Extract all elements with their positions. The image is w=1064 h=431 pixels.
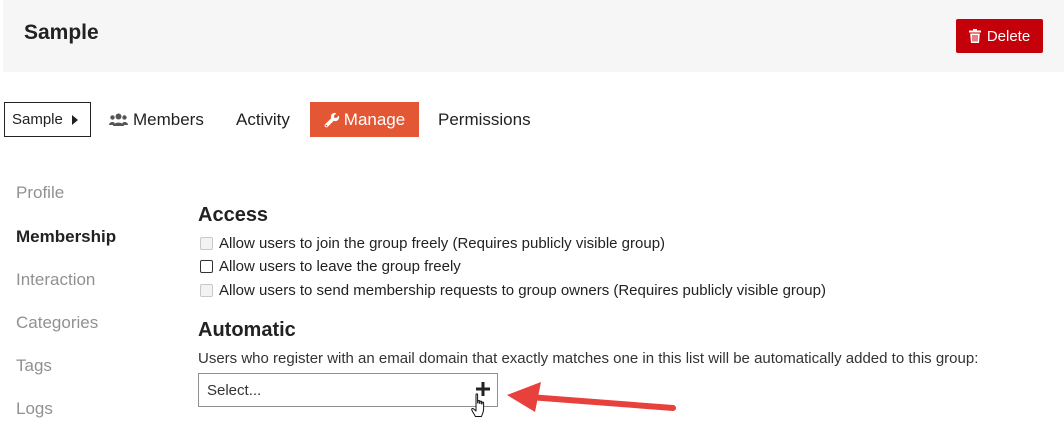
tab-permissions-label: Permissions (438, 109, 531, 129)
trash-icon (968, 29, 981, 43)
page-header: Sample Delete (3, 0, 1064, 72)
sidebar-item-tags[interactable]: Tags (16, 356, 52, 376)
join-freely-label: Allow users to join the group freely (Re… (219, 235, 666, 252)
join-freely-option[interactable]: Allow users to join the group freely (Re… (200, 235, 665, 252)
hand-pointer-icon (471, 393, 485, 417)
delete-button[interactable]: Delete (956, 19, 1043, 53)
email-domain-select-placeholder: Select... (207, 381, 262, 399)
leave-freely-checkbox[interactable] (200, 260, 213, 273)
tab-manage-label: Manage (343, 109, 406, 129)
annotation-arrow-icon (507, 382, 676, 412)
users-icon (109, 113, 128, 126)
tab-members-label: Members (133, 109, 204, 129)
membership-requests-option[interactable]: Allow users to send membership requests … (200, 282, 826, 299)
sidebar-item-categories[interactable]: Categories (16, 313, 98, 333)
tab-manage[interactable]: Manage (310, 102, 419, 137)
leave-freely-option[interactable]: Allow users to leave the group freely (200, 258, 461, 275)
delete-button-label: Delete (986, 27, 1031, 45)
breadcrumb-dropdown[interactable]: Sample (4, 102, 91, 137)
page-title: Sample (24, 21, 99, 44)
leave-freely-label: Allow users to leave the group freely (219, 258, 461, 275)
automatic-heading: Automatic (198, 319, 296, 341)
breadcrumb-label: Sample (12, 111, 63, 128)
tab-members[interactable]: Members (109, 102, 204, 137)
tab-activity-label: Activity (236, 109, 290, 129)
membership-requests-label: Allow users to send membership requests … (219, 282, 826, 299)
sidebar-item-interaction[interactable]: Interaction (16, 270, 95, 290)
caret-right-icon (72, 115, 78, 125)
membership-requests-checkbox[interactable] (200, 284, 213, 297)
sidebar-item-logs[interactable]: Logs (16, 399, 53, 419)
automatic-description: Users who register with an email domain … (198, 350, 979, 367)
tab-activity[interactable]: Activity (236, 102, 290, 137)
sidebar-item-profile[interactable]: Profile (16, 183, 64, 203)
email-domain-select[interactable]: Select... (198, 373, 498, 407)
tab-permissions[interactable]: Permissions (438, 102, 531, 137)
join-freely-checkbox[interactable] (200, 237, 213, 250)
access-heading: Access (198, 204, 269, 226)
wrench-icon (324, 112, 339, 127)
sidebar-item-membership[interactable]: Membership (16, 227, 116, 247)
